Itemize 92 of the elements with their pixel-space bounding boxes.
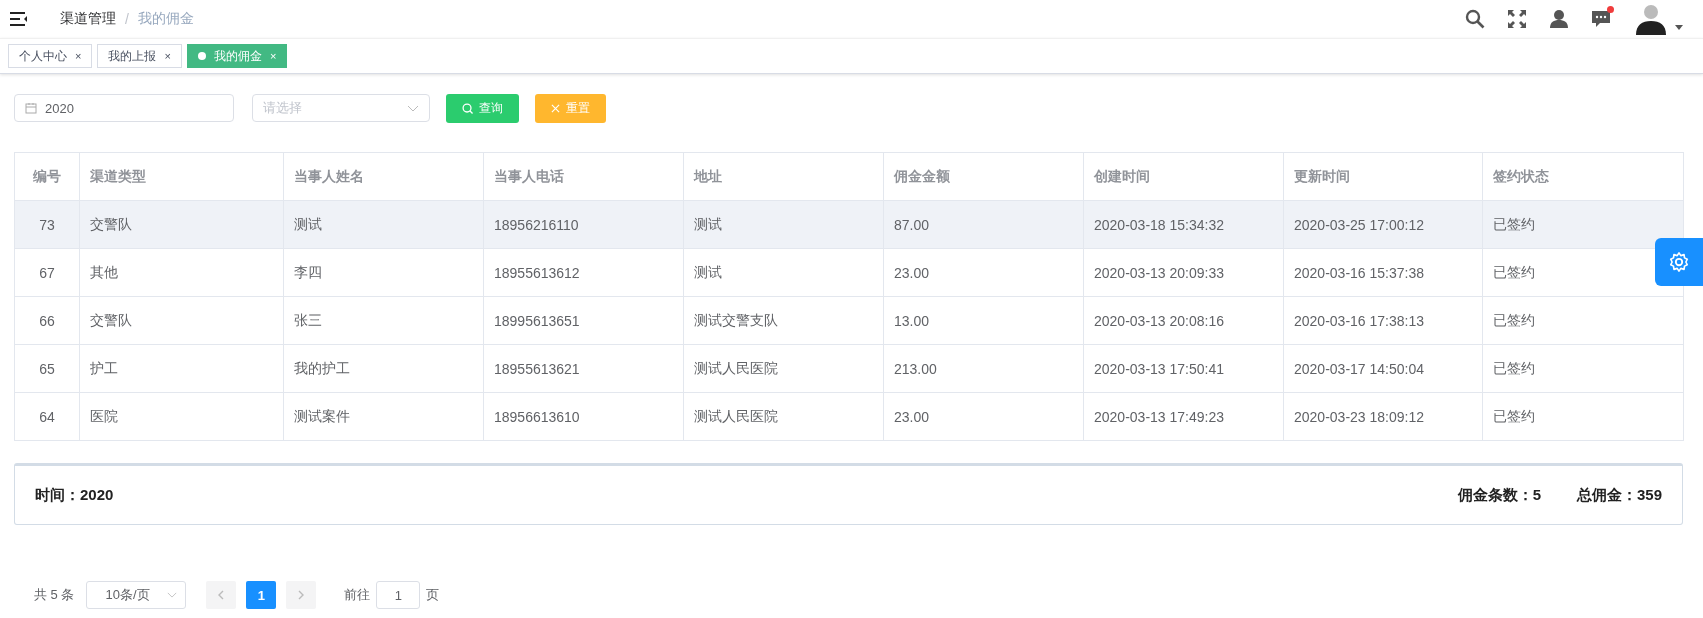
tab-label: 我的佣金 (213, 47, 262, 65)
table-cell: 18955613621 (483, 344, 684, 393)
summary-total: 总佣金：359 (1576, 485, 1662, 505)
table-cell: 67 (14, 248, 80, 297)
goto-label: 前往 (344, 586, 371, 604)
gear-icon (1668, 251, 1690, 273)
fullscreen-icon[interactable] (1507, 9, 1527, 29)
page-unit-label: 页 (426, 586, 440, 604)
table-cell: 2020-03-18 15:34:32 (1083, 200, 1284, 249)
page-size-select[interactable]: 10条/页 (86, 581, 187, 609)
close-icon (551, 103, 560, 113)
column-header: 签约状态 (1482, 152, 1684, 201)
table-cell: 2020-03-25 17:00:12 (1283, 200, 1483, 249)
table-cell: 测试 (283, 200, 484, 249)
column-header: 当事人电话 (483, 152, 684, 201)
table-cell: 测试人民医院 (683, 392, 884, 441)
breadcrumb-item[interactable]: 渠道管理 (60, 10, 116, 28)
table-cell: 2020-03-16 15:37:38 (1283, 248, 1483, 297)
table-cell: 交警队 (79, 296, 284, 345)
column-header: 编号 (14, 152, 80, 201)
chevron-left-icon (218, 590, 225, 600)
search-icon (462, 102, 473, 114)
table-row[interactable]: 64 医院 测试案件 18956613610 测试人民医院 23.00 2020-03-13 17:49:23 2020-03-23 18:09:12 已签约 (14, 392, 1684, 441)
table-cell: 已签约 (1482, 296, 1684, 345)
table-cell: 18995613651 (483, 296, 684, 345)
table-cell: 18956613610 (483, 392, 684, 441)
table-cell: 我的护工 (283, 344, 484, 393)
tab-close-button[interactable]: × (75, 50, 82, 62)
summary-count: 佣金条数：5 (1457, 485, 1541, 505)
menu-icon[interactable] (10, 12, 28, 26)
calendar-icon (25, 102, 37, 114)
chat-icon[interactable] (1591, 9, 1611, 29)
table-cell: 测试 (683, 248, 884, 297)
table-cell: 18955613612 (483, 248, 684, 297)
search-icon[interactable] (1465, 9, 1485, 29)
table-cell: 87.00 (883, 200, 1084, 249)
table-cell: 2020-03-16 17:38:13 (1283, 296, 1483, 345)
table-cell: 护工 (79, 344, 284, 393)
table-cell: 已签约 (1482, 344, 1684, 393)
active-dot-icon (197, 52, 206, 60)
column-header: 当事人姓名 (283, 152, 484, 201)
chevron-right-icon (298, 590, 305, 600)
table-cell: 测试 (683, 200, 884, 249)
table-cell: 交警队 (79, 200, 284, 249)
table-cell: 2020-03-13 17:49:23 (1083, 392, 1284, 441)
table-cell: 65 (14, 344, 80, 393)
table-row[interactable]: 66 交警队 张三 18995613651 测试交警支队 13.00 2020-03-13 20:08:16 2020-03-16 17:38:13 已签约 (14, 296, 1684, 345)
table-cell: 测试人民医院 (683, 344, 884, 393)
table-row[interactable]: 73 交警队 测试 18956216110 测试 87.00 2020-03-18 15:34:32 2020-03-25 17:00:12 已签约 (14, 200, 1684, 249)
table-cell: 测试交警支队 (683, 296, 884, 345)
total-count: 共 5 条 (34, 586, 75, 604)
table-cell: 2020-03-13 20:08:16 (1083, 296, 1284, 345)
breadcrumb-separator: / (125, 11, 129, 27)
table-cell: 23.00 (883, 248, 1084, 297)
page-tab[interactable]: 个人中心 × (8, 44, 93, 68)
table-cell: 213.00 (883, 344, 1084, 393)
table-cell: 18956216110 (483, 200, 684, 249)
table-cell: 64 (14, 392, 80, 441)
table-row[interactable]: 65 护工 我的护工 18955613621 测试人民医院 213.00 2020-03-13 17:50:41 2020-03-17 14:50:04 已签约 (14, 344, 1684, 393)
column-header: 渠道类型 (79, 152, 284, 201)
caret-icon[interactable] (1675, 24, 1683, 30)
page-tab[interactable]: 我的上报 × (97, 44, 182, 68)
table-cell: 2020-03-13 17:50:41 (1083, 344, 1284, 393)
chevron-down-icon (407, 104, 419, 112)
column-header: 创建时间 (1083, 152, 1284, 201)
breadcrumb-current: 我的佣金 (137, 10, 194, 28)
table-cell: 13.00 (883, 296, 1084, 345)
table-cell: 李四 (283, 248, 484, 297)
table-cell: 已签约 (1482, 392, 1684, 441)
table-cell: 66 (14, 296, 80, 345)
table-cell: 73 (14, 200, 80, 249)
year-picker[interactable]: 2020 (14, 94, 234, 122)
table-cell: 23.00 (883, 392, 1084, 441)
column-header: 地址 (683, 152, 884, 201)
table-cell: 2020-03-17 14:50:04 (1283, 344, 1483, 393)
table-cell: 其他 (79, 248, 284, 297)
table-cell: 医院 (79, 392, 284, 441)
table-cell: 2020-03-13 20:09:33 (1083, 248, 1284, 297)
avatar-silhouette[interactable] (1633, 3, 1669, 35)
page-input[interactable]: 1 (376, 581, 421, 609)
column-header: 佣金金额 (883, 152, 1084, 201)
tab-label: 我的上报 (108, 47, 157, 65)
tab-close-button[interactable]: × (164, 50, 171, 62)
chevron-down-icon (167, 592, 178, 598)
settings-button[interactable] (1655, 238, 1703, 286)
user-icon[interactable] (1549, 9, 1569, 29)
table-cell: 2020-03-23 18:09:12 (1283, 392, 1483, 441)
table-cell: 张三 (283, 296, 484, 345)
column-header: 更新时间 (1283, 152, 1483, 201)
table-cell: 测试案件 (283, 392, 484, 441)
summary-time: 时间：2020 (35, 485, 114, 505)
tab-label: 个人中心 (19, 47, 67, 65)
